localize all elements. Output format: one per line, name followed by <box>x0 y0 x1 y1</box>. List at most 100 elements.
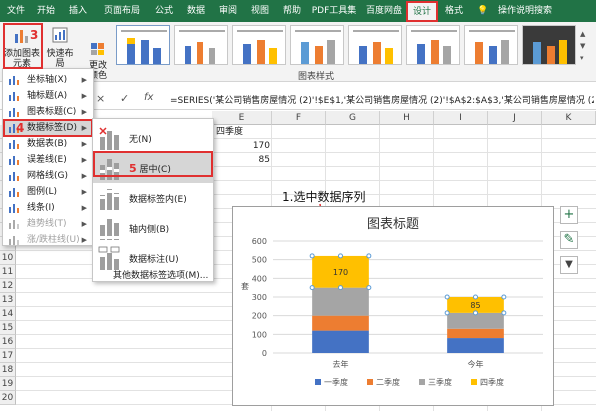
bar-0-1[interactable] <box>447 338 504 353</box>
chart-element-icon <box>9 139 20 149</box>
bar-1-1[interactable] <box>447 328 504 339</box>
chart-styles-button[interactable]: ✎ <box>560 231 578 249</box>
confirm-formula-button[interactable]: ✓ <box>120 92 129 105</box>
tab-view[interactable]: 视图 <box>246 0 274 22</box>
tab-format[interactable]: 格式 <box>440 0 468 22</box>
data-labels-none-icon <box>99 127 119 150</box>
legend-entry[interactable]: 四季度 <box>480 377 504 387</box>
chevron-right-icon: ▶ <box>81 236 87 244</box>
chart-style-thumb-5[interactable] <box>348 25 402 65</box>
palette-icon <box>91 43 104 55</box>
chart-filters-button[interactable]: ▼ <box>560 256 578 274</box>
data-labels-inside-base-item[interactable]: 轴内侧(B) <box>93 213 213 243</box>
row-header-13[interactable]: 13 <box>0 293 16 307</box>
menu-item-label: 轴标题(A) <box>27 91 68 101</box>
menu-item-label: 坐标轴(X) <box>27 75 68 85</box>
chart-elements-button[interactable]: + <box>560 206 578 224</box>
tab-page-layout[interactable]: 页面布局 <box>98 0 146 22</box>
row-header-11[interactable]: 11 <box>0 265 16 279</box>
menu-item-4[interactable]: 数据表(B) ▶ <box>3 136 93 152</box>
chart-style-thumb-8[interactable] <box>522 25 576 65</box>
column-header-i[interactable]: I <box>434 111 488 125</box>
selection-handle <box>309 253 315 259</box>
y-tick-label: 200 <box>252 312 267 321</box>
column-header-k[interactable]: K <box>542 111 596 125</box>
bar-1-0[interactable] <box>312 315 369 331</box>
menu-item-6[interactable]: 网格线(G) ▶ <box>3 168 93 184</box>
legend-entry[interactable]: 一季度 <box>324 377 348 387</box>
chevron-right-icon: ▶ <box>81 156 87 164</box>
menu-item-9[interactable]: 趋势线(T) ▶ <box>3 216 93 232</box>
selection-handle <box>444 310 450 316</box>
chart-style-thumb-4[interactable] <box>290 25 344 65</box>
row-header-12[interactable]: 12 <box>0 279 16 293</box>
x-category-label: 去年 <box>333 359 349 369</box>
cell-e1[interactable]: 四季度 <box>216 125 243 139</box>
column-header-h[interactable]: H <box>380 111 434 125</box>
menu-item-8[interactable]: 线条(I) ▶ <box>3 200 93 216</box>
chevron-right-icon: ▶ <box>81 140 87 148</box>
insert-function-button[interactable]: fx <box>144 92 153 103</box>
column-header-f[interactable]: F <box>272 111 326 125</box>
data-label: 170 <box>333 268 348 277</box>
row-header-15[interactable]: 15 <box>0 321 16 335</box>
chart-style-thumb-6[interactable] <box>406 25 460 65</box>
menu-item-10[interactable]: 涨/跌柱线(U) ▶ <box>3 232 93 248</box>
row-header-18[interactable]: 18 <box>0 363 16 377</box>
quick-layout-button[interactable]: 快速布局 <box>44 26 76 72</box>
y-axis-label: 套 <box>241 281 249 291</box>
bar-2-0[interactable] <box>312 287 369 316</box>
menu-item-1[interactable]: 轴标题(A) ▶ <box>3 88 93 104</box>
tab-insert[interactable]: 插入 <box>64 0 92 22</box>
tell-me-search[interactable]: 操作说明搜索 <box>492 0 558 22</box>
y-tick-label: 600 <box>252 237 267 246</box>
data-labels-none-item[interactable]: 无(N) <box>93 123 213 153</box>
gallery-scroll-arrows[interactable]: ▲ ▼ ▾ <box>580 28 585 64</box>
cell-e3[interactable]: 85 <box>212 153 270 167</box>
cell-e2[interactable]: 170 <box>212 139 270 153</box>
chart-styles-group-label: 图表样式 <box>298 72 335 82</box>
chart-style-thumb-1[interactable] <box>116 25 170 65</box>
legend-entry[interactable]: 三季度 <box>428 377 452 387</box>
tab-formulas[interactable]: 公式 <box>150 0 178 22</box>
step-3-label: 3 <box>30 28 39 42</box>
menu-item-label: 网格线(G) <box>27 171 68 181</box>
legend-swatch <box>471 379 477 385</box>
menu-item-0[interactable]: 坐标轴(X) ▶ <box>3 72 93 88</box>
column-header-g[interactable]: G <box>326 111 380 125</box>
tab-pdf-tools[interactable]: PDF工具集 <box>310 0 358 22</box>
column-header-e[interactable]: E <box>212 111 272 125</box>
chart-style-thumb-3[interactable] <box>232 25 286 65</box>
tab-review[interactable]: 审阅 <box>214 0 242 22</box>
row-header-19[interactable]: 19 <box>0 377 16 391</box>
row-header-20[interactable]: 20 <box>0 391 16 405</box>
chart-area[interactable]: 图表标题 0 100 200 300 400 500 600 套 170 去年 85 今年 一季度 二季度… <box>232 206 554 406</box>
column-header-j[interactable]: J <box>488 111 542 125</box>
row-header-10[interactable]: 10 <box>0 251 16 265</box>
menu-item-2[interactable]: 图表标题(C) ▶ <box>3 104 93 120</box>
chart-plot[interactable]: 0 100 200 300 400 500 600 套 170 去年 85 今年一季度 二季度 三季度 四季… <box>233 207 553 405</box>
chart-style-thumb-7[interactable] <box>464 25 518 65</box>
tab-file[interactable]: 文件 <box>2 0 30 22</box>
x-category-label: 今年 <box>468 359 484 369</box>
tab-baidu-netdisk[interactable]: 百度网盘 <box>362 0 406 22</box>
legend-entry[interactable]: 二季度 <box>376 377 400 387</box>
selection-handle <box>444 294 450 300</box>
data-labels-inside-end-item[interactable]: 数据标签内(E) <box>93 183 213 213</box>
chart-style-thumb-2[interactable] <box>174 25 228 65</box>
tab-help[interactable]: 帮助 <box>278 0 306 22</box>
more-data-label-options-label: 其他数据标签选项(M)... <box>113 271 209 281</box>
tab-home[interactable]: 开始 <box>32 0 60 22</box>
row-header-14[interactable]: 14 <box>0 307 16 321</box>
cancel-formula-button[interactable]: × <box>96 92 105 105</box>
y-tick-label: 300 <box>252 293 267 302</box>
row-header-17[interactable]: 17 <box>0 349 16 363</box>
more-data-label-options-item[interactable]: 其他数据标签选项(M)... <box>93 271 213 281</box>
menu-item-7[interactable]: 图例(L) ▶ <box>3 184 93 200</box>
row-header-16[interactable]: 16 <box>0 335 16 349</box>
bar-0-0[interactable] <box>312 330 369 353</box>
formula-input[interactable]: =SERIES('某公司销售房屋情况 (2)'!$E$1,'某公司销售房屋情况 … <box>170 93 594 106</box>
menu-item-5[interactable]: 误差线(E) ▶ <box>3 152 93 168</box>
tab-data[interactable]: 数据 <box>182 0 210 22</box>
chart-element-icon <box>9 107 20 117</box>
